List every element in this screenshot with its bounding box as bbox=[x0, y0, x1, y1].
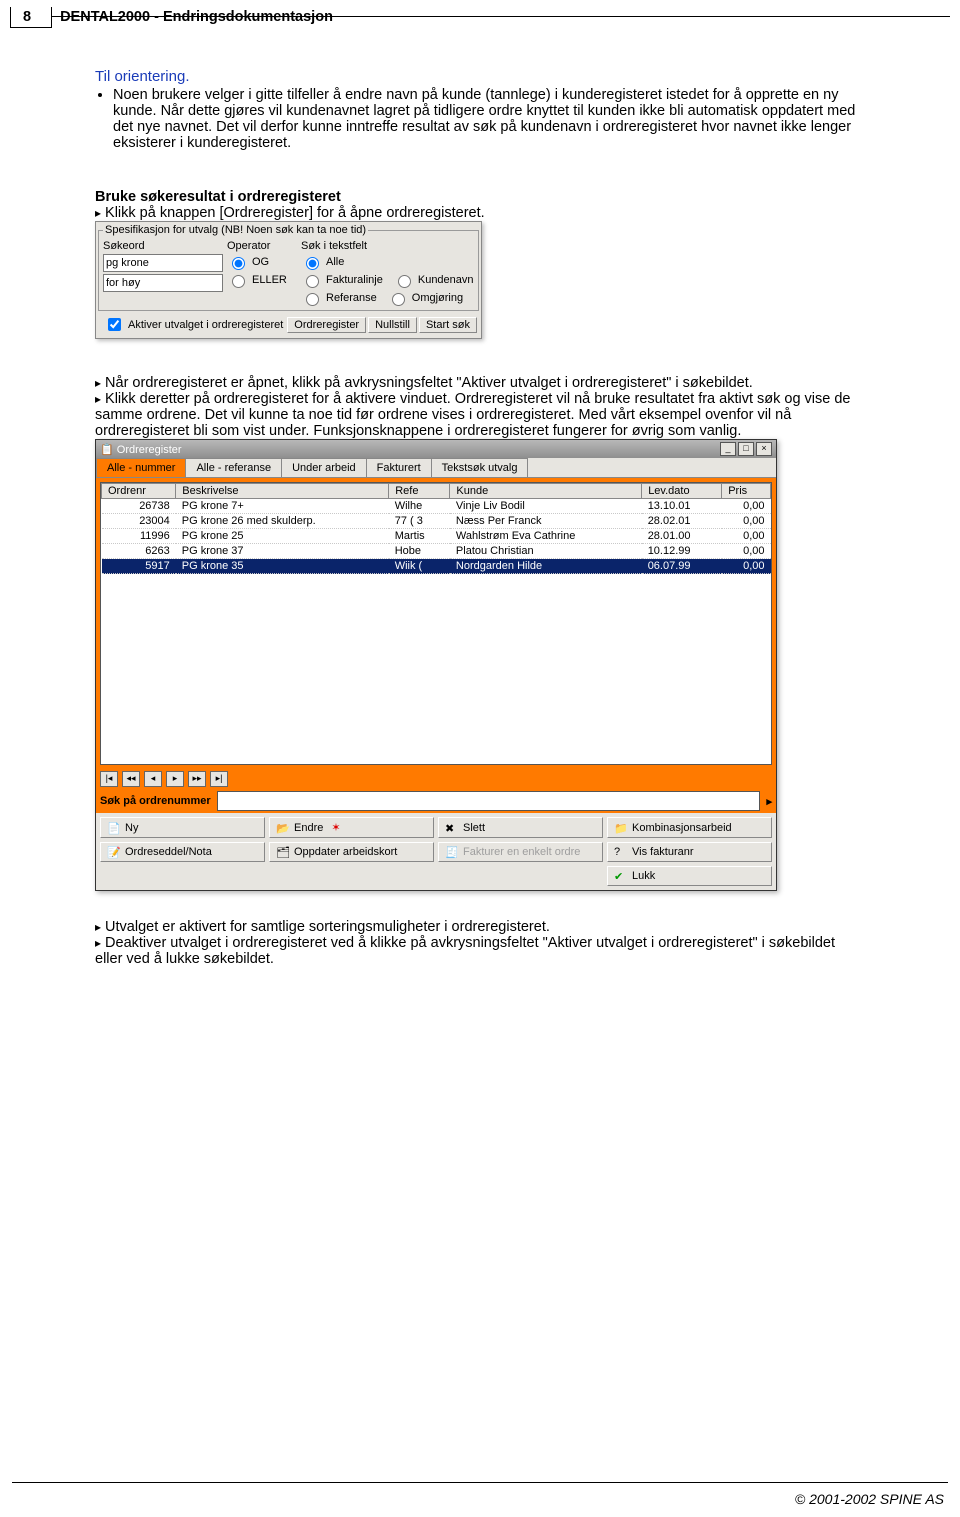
orientation-heading: Til orientering. bbox=[95, 68, 865, 85]
column-header[interactable]: Beskrivelse bbox=[176, 484, 389, 499]
minimize-icon[interactable]: _ bbox=[720, 442, 736, 456]
radio-eller[interactable] bbox=[232, 275, 245, 288]
step-3: Klikk deretter på ordreregisteret for å … bbox=[95, 391, 865, 439]
fakturer-button: 🧾Fakturer en enkelt ordre bbox=[438, 842, 603, 862]
tab-fakturert[interactable]: Fakturert bbox=[366, 458, 432, 477]
search-ordrenummer-label: Søk på ordrenummer bbox=[100, 795, 211, 807]
endre-button[interactable]: 📂Endre✶ bbox=[269, 817, 434, 838]
column-header[interactable]: Ordrenr bbox=[102, 484, 176, 499]
search-go-icon[interactable]: ▸ bbox=[766, 795, 772, 808]
operator-label: Operator bbox=[227, 240, 297, 252]
section-title: Bruke søkeresultat i ordreregisteret bbox=[95, 189, 865, 205]
help-icon: ? bbox=[614, 846, 626, 858]
refresh-icon: 🗂 bbox=[276, 846, 288, 858]
close-icon[interactable]: × bbox=[756, 442, 772, 456]
sokeord-input-1[interactable] bbox=[103, 254, 223, 272]
step-2: Når ordreregisteret er åpnet, klikk på a… bbox=[95, 375, 865, 391]
sokeord-label: Søkeord bbox=[103, 240, 223, 252]
kombinasjonsarbeid-button[interactable]: 📁Kombinasjonsarbeid bbox=[607, 817, 772, 838]
tab-under-arbeid[interactable]: Under arbeid bbox=[281, 458, 367, 477]
page-number: 8 bbox=[10, 7, 52, 28]
tekstfelt-label: Søk i tekstfelt bbox=[301, 240, 471, 252]
tab-alle-nummer[interactable]: Alle - nummer bbox=[96, 458, 186, 477]
search-fieldset-legend: Spesifikasjon for utvalg (NB! Noen søk k… bbox=[103, 224, 368, 236]
window-icon: 📋 bbox=[100, 444, 114, 456]
vis-fakturanr-button[interactable]: ?Vis fakturanr bbox=[607, 842, 772, 862]
cursor-star-icon: ✶ bbox=[331, 821, 340, 834]
step-4: Utvalget er aktivert for samtlige sorter… bbox=[95, 919, 865, 935]
search-ordrenummer-input[interactable] bbox=[217, 791, 761, 811]
slett-button[interactable]: ✖Slett bbox=[438, 817, 603, 838]
radio-referanse[interactable] bbox=[306, 293, 319, 306]
radio-fakturalinje[interactable] bbox=[306, 275, 319, 288]
edit-icon: 📂 bbox=[276, 822, 288, 834]
table-row[interactable]: 5917PG krone 35Wiik (Nordgarden Hilde06.… bbox=[102, 559, 771, 574]
invoice-icon: 🧾 bbox=[445, 846, 457, 858]
column-header[interactable]: Pris bbox=[722, 484, 771, 499]
window-title: Ordreregister bbox=[117, 444, 182, 456]
column-header[interactable]: Lev.dato bbox=[642, 484, 722, 499]
column-header[interactable]: Refe bbox=[389, 484, 450, 499]
start-sok-button[interactable]: Start søk bbox=[419, 317, 477, 333]
note-icon: 📝 bbox=[107, 846, 119, 858]
column-header[interactable]: Kunde bbox=[450, 484, 642, 499]
maximize-icon[interactable]: □ bbox=[738, 442, 754, 456]
radio-kundenavn[interactable] bbox=[398, 275, 411, 288]
lukk-button[interactable]: ✔Lukk bbox=[607, 866, 772, 886]
ok-icon: ✔ bbox=[614, 870, 626, 882]
ordreregister-window: 📋 Ordreregister _ □ × Alle - nummerAlle … bbox=[95, 439, 777, 891]
tab-alle-referanse[interactable]: Alle - referanse bbox=[185, 458, 282, 477]
new-icon: 📄 bbox=[107, 822, 119, 834]
delete-icon: ✖ bbox=[445, 822, 457, 834]
radio-omgjoring[interactable] bbox=[392, 293, 405, 306]
table-row[interactable]: 23004PG krone 26 med skulderp.77 ( 3Næss… bbox=[102, 514, 771, 529]
step-5: Deaktiver utvalget i ordreregisteret ved… bbox=[95, 935, 865, 967]
header-title: DENTAL2000 - Endringsdokumentasjon bbox=[60, 9, 333, 27]
ordreseddel-button[interactable]: 📝Ordreseddel/Nota bbox=[100, 842, 265, 862]
radio-alle[interactable] bbox=[306, 257, 319, 270]
table-row[interactable]: 6263PG krone 37HobePlatou Christian10.12… bbox=[102, 544, 771, 559]
table-row[interactable]: 26738PG krone 7+WilheVinje Liv Bodil13.1… bbox=[102, 499, 771, 514]
nullstill-button[interactable]: Nullstill bbox=[368, 317, 417, 333]
ny-button[interactable]: 📄Ny bbox=[100, 817, 265, 838]
footer-copyright: © 2001-2002 SPINE AS bbox=[795, 1491, 944, 1507]
ordreregister-button[interactable]: Ordreregister bbox=[287, 317, 366, 333]
aktiver-utvalget-checkbox[interactable] bbox=[108, 318, 121, 331]
tab-teksts-k-utvalg[interactable]: Tekstsøk utvalg bbox=[431, 458, 529, 477]
folder-icon: 📁 bbox=[614, 822, 626, 834]
search-panel-screenshot: Spesifikasjon for utvalg (NB! Noen søk k… bbox=[95, 221, 482, 339]
orientation-text: Noen brukere velger i gitte tilfeller å … bbox=[113, 87, 865, 151]
step-1: Klikk på knappen [Ordreregister] for å å… bbox=[95, 205, 865, 221]
radio-og[interactable] bbox=[232, 257, 245, 270]
record-navigator[interactable]: |◂◂◂◂▸▸▸▸| bbox=[96, 769, 776, 789]
table-row[interactable]: 11996PG krone 25MartisWahlstrøm Eva Cath… bbox=[102, 529, 771, 544]
sokeord-input-2[interactable] bbox=[103, 274, 223, 292]
oppdater-arbeidskort-button[interactable]: 🗂Oppdater arbeidskort bbox=[269, 842, 434, 862]
